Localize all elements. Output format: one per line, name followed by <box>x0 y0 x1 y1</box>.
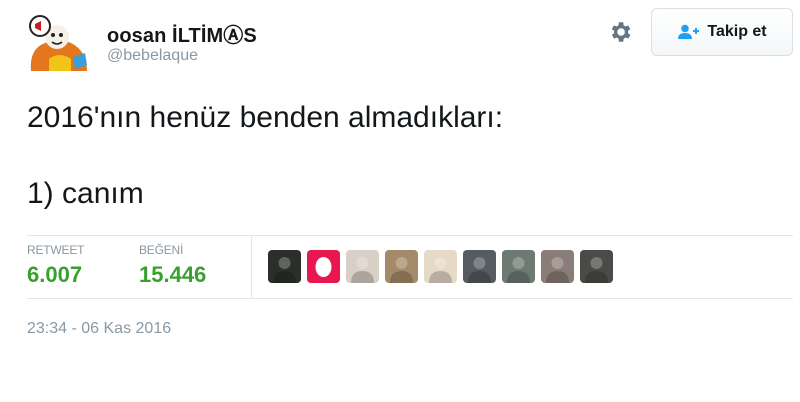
add-user-icon <box>678 24 700 39</box>
stats-divider <box>251 236 252 298</box>
like-label[interactable]: BEĞENİ <box>139 243 183 257</box>
liker-avatar[interactable] <box>385 250 418 283</box>
divider-top <box>27 235 793 236</box>
timestamp[interactable]: 23:34 - 06 Kas 2016 <box>27 320 171 338</box>
avatar[interactable] <box>27 13 91 73</box>
display-name[interactable]: oosan İLTİMⒶS <box>107 19 257 48</box>
follow-button[interactable]: Takip et <box>651 8 793 56</box>
liker-avatar[interactable] <box>346 250 379 283</box>
liker-avatar[interactable] <box>424 250 457 283</box>
avatar-image <box>27 13 91 73</box>
liker-avatars <box>268 250 613 283</box>
retweet-count[interactable]: 6.007 <box>27 262 82 288</box>
liker-avatar[interactable] <box>580 250 613 283</box>
retweet-label[interactable]: RETWEET <box>27 243 84 257</box>
user-handle[interactable]: @bebelaque <box>107 47 198 65</box>
tweet-text: 2016'nın henüz benden almadıkları: 1) ca… <box>27 101 504 210</box>
follow-button-label: Takip et <box>707 23 767 40</box>
gear-icon <box>611 22 631 42</box>
settings-button[interactable] <box>606 18 634 46</box>
liker-avatar[interactable] <box>502 250 535 283</box>
like-count[interactable]: 15.446 <box>139 262 206 288</box>
liker-avatar[interactable] <box>268 250 301 283</box>
liker-avatar[interactable] <box>541 250 574 283</box>
liker-avatar[interactable] <box>307 250 340 283</box>
liker-avatar[interactable] <box>463 250 496 283</box>
divider-bottom <box>27 298 793 299</box>
